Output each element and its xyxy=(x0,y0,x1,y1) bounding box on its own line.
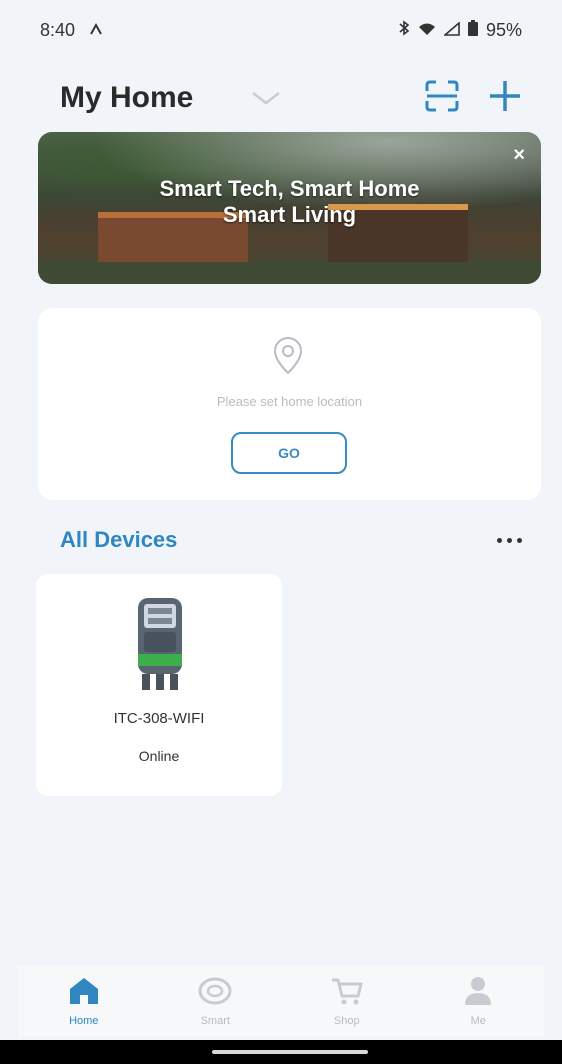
scan-icon[interactable] xyxy=(424,79,460,118)
devices-title: All Devices xyxy=(60,527,178,552)
location-pin-icon xyxy=(271,336,305,381)
system-gesture-bar xyxy=(0,1040,562,1064)
banner-line-1: Smart Tech, Smart Home xyxy=(159,176,420,201)
bluetooth-icon xyxy=(398,19,410,41)
banner-ground xyxy=(38,262,541,284)
battery-percent: 95% xyxy=(485,19,522,40)
status-bar: 8:40 95% xyxy=(0,0,562,60)
thermostat-controller-icon xyxy=(134,594,186,699)
nav-label-home: Home xyxy=(69,1014,99,1027)
location-prompt: Please set home location xyxy=(216,394,363,409)
wifi-icon xyxy=(418,20,436,41)
chevron-down-icon[interactable] xyxy=(251,90,281,106)
nav-item-me[interactable]: Me xyxy=(438,976,518,1027)
location-card: Please set home location GO xyxy=(38,308,541,500)
bottom-nav: Home Smart Shop Me xyxy=(18,966,544,1036)
smart-icon xyxy=(198,976,232,1011)
devices-header: All Devices xyxy=(60,522,522,558)
home-gesture-handle[interactable] xyxy=(212,1050,368,1054)
nav-label-shop: Shop xyxy=(333,1014,360,1027)
user-icon xyxy=(461,976,495,1011)
nav-label-smart: Smart xyxy=(200,1014,230,1027)
notification-icon xyxy=(89,20,103,41)
nav-item-smart[interactable]: Smart xyxy=(175,976,255,1027)
page-title[interactable]: My Home xyxy=(60,81,193,115)
promo-banner[interactable]: Smart Tech, Smart Home Smart Living × xyxy=(38,132,541,284)
banner-line-2: Smart Living xyxy=(222,202,357,227)
close-icon[interactable]: × xyxy=(513,144,525,167)
device-name: ITC-308-WIFI xyxy=(113,710,205,727)
signal-icon xyxy=(442,20,460,41)
go-button[interactable]: GO xyxy=(231,432,347,474)
add-icon[interactable] xyxy=(488,79,522,118)
nav-item-home[interactable]: Home xyxy=(44,976,124,1027)
more-options-icon[interactable] xyxy=(497,537,522,543)
home-icon xyxy=(67,976,101,1011)
app-header: My Home xyxy=(0,66,562,130)
status-time: 8:40 xyxy=(40,19,76,40)
device-card[interactable]: ITC-308-WIFI Online xyxy=(36,574,282,796)
nav-label-me: Me xyxy=(470,1014,486,1027)
device-status: Online xyxy=(138,748,180,764)
banner-text: Smart Tech, Smart Home Smart Living xyxy=(38,176,541,228)
cart-icon xyxy=(330,976,364,1011)
battery-icon xyxy=(467,19,478,41)
nav-item-shop[interactable]: Shop xyxy=(307,976,387,1027)
